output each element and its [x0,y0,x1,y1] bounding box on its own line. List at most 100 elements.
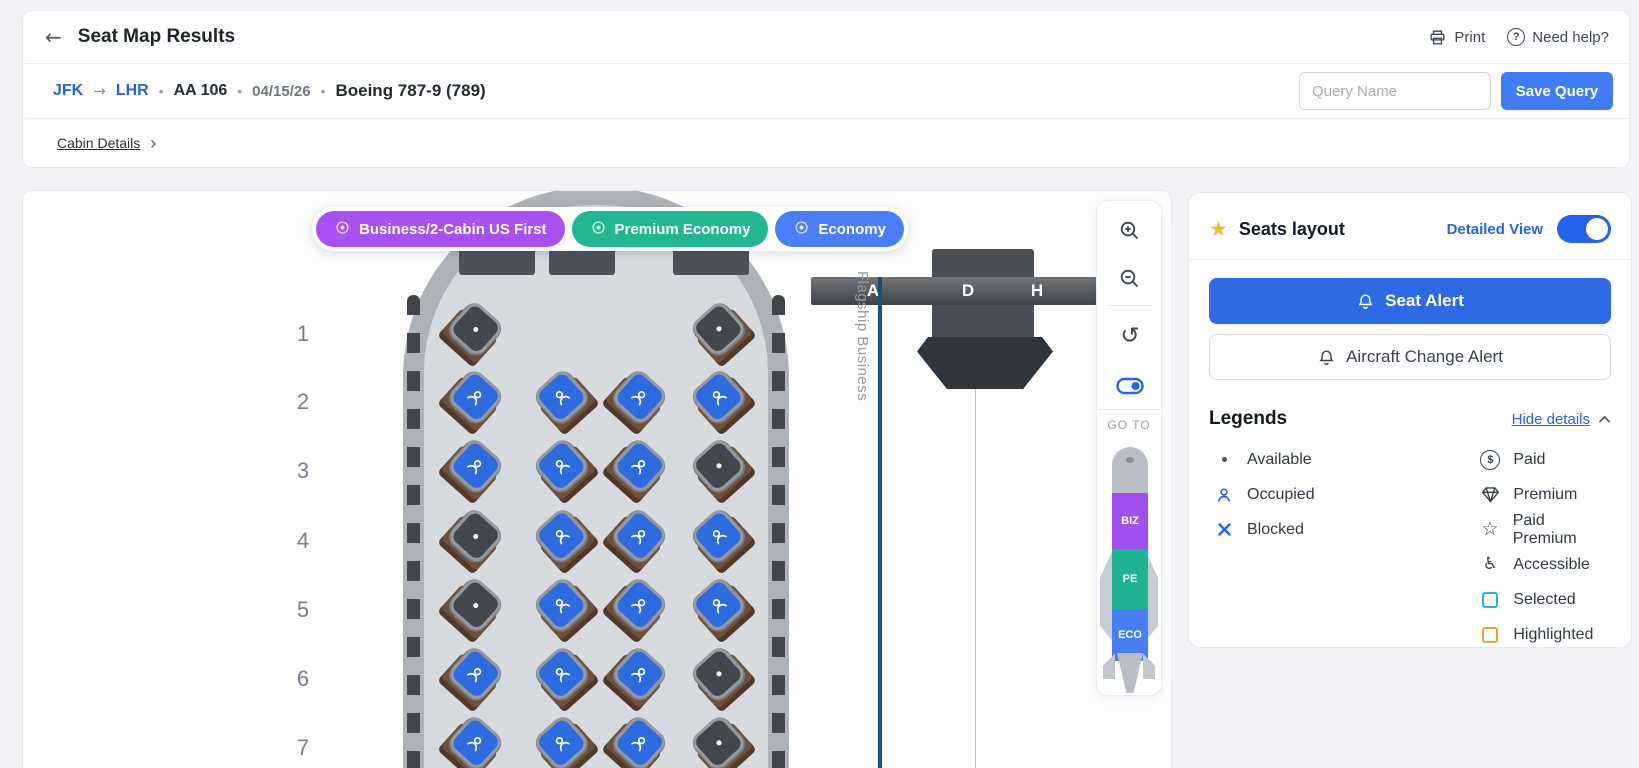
seat-7D-occupied[interactable] [536,718,596,768]
seat-1A-available[interactable] [441,304,501,364]
goto-section: GO TO [1097,409,1161,432]
seat-2D-occupied[interactable] [536,372,596,432]
row-number-6: 6 [283,666,323,692]
panel-title: Seats layout [1239,219,1345,240]
eye-icon [793,219,810,240]
row-number-2: 2 [283,389,323,415]
legend-item-available: Available [1209,442,1475,477]
legend-item-paid: $ Paid [1475,442,1611,477]
bell-icon [1317,348,1336,367]
seat-4H-occupied[interactable] [605,511,665,571]
toggle-icon [1116,377,1144,395]
legend-item-selected: Selected [1475,582,1611,617]
legend-item-paid-premium: ☆Paid Premium [1475,512,1611,547]
chevron-right-icon[interactable]: › [150,134,156,152]
seat-6L-available[interactable] [693,649,753,709]
hide-details-label: Hide details [1512,411,1590,428]
dollar-icon: $ [1475,450,1505,470]
square-cyan-icon [1475,592,1505,608]
seat-3A-occupied[interactable] [441,441,501,501]
legend-label: Premium [1513,486,1577,504]
bell-icon [1356,292,1375,311]
save-query-button[interactable]: Save Query [1501,72,1613,110]
cabin-filter-bar: Business/2-Cabin US FirstPremium Economy… [312,207,908,251]
seat-6A-occupied[interactable] [441,649,501,709]
minimap-nose [1112,447,1148,493]
route-arrow-icon: → [93,82,106,100]
overhead-monument [459,247,535,275]
row-number-3: 3 [283,458,323,484]
minimap-nose-dot [1126,457,1134,463]
legend-label: Available [1247,451,1312,469]
row-number-7: 7 [283,735,323,761]
aircraft-minimap: BIZPEECO [1097,441,1161,697]
seat-4L-occupied[interactable] [693,511,753,571]
seat-2L-occupied[interactable] [693,372,753,432]
wheelchair-icon: ♿ [1475,556,1505,573]
seat-6D-occupied[interactable] [536,649,596,709]
legend-item-accessible: ♿Accessible [1475,547,1611,582]
need-help-button[interactable]: ? Need help? [1507,28,1609,46]
cabin-pill-business-2-cabin-us-first[interactable]: Business/2-Cabin US First [316,211,565,247]
query-name-input[interactable] [1299,72,1491,110]
seat-7A-occupied[interactable] [441,718,501,768]
column-letter-D: D [953,281,983,301]
printer-icon [1428,28,1447,47]
cabin-pill-premium-economy[interactable]: Premium Economy [572,211,769,247]
help-label: Need help? [1532,29,1609,46]
print-label: Print [1454,29,1485,46]
star-icon: ★ [1209,217,1228,241]
seat-5A-available[interactable] [441,580,501,640]
seat-1L-available[interactable] [693,304,753,364]
seat-map-viewport: ADHL 1234567 Flagship Business Business/… [22,190,1172,768]
minimap-segment-pe[interactable]: PE [1112,549,1148,609]
back-arrow-icon[interactable]: ← [45,25,62,49]
aircraft-change-alert-button[interactable]: Aircraft Change Alert [1209,334,1611,380]
flight-info-row: JFK → LHR • AA 106 • 04/15/26 • Boeing 7… [23,64,1629,119]
print-button[interactable]: Print [1428,28,1485,47]
eye-icon [590,219,607,240]
zoom-out-button[interactable] [1110,259,1150,299]
seat-5L-occupied[interactable] [693,580,753,640]
seat-7L-available[interactable] [693,718,753,768]
flight-date: 04/15/26 [252,83,310,100]
seat-3L-available[interactable] [693,441,753,501]
seat-3D-occupied[interactable] [536,441,596,501]
rotate-icon: ↺ [1120,325,1139,348]
seat-4A-available[interactable] [441,511,501,571]
panel-divider [1189,259,1631,260]
cabin-pill-economy[interactable]: Economy [775,211,904,247]
seat-2A-occupied[interactable] [441,372,501,432]
toggle-knob [1586,218,1608,240]
legend-label: Highlighted [1513,626,1593,644]
legend-label: Paid [1513,451,1545,469]
cabin-details-link[interactable]: Cabin Details [57,135,140,151]
seat-7H-occupied[interactable] [605,718,665,768]
right-wall-doors [772,295,785,768]
column-letter-H: H [1022,281,1052,301]
seat-alert-label: Seat Alert [1385,291,1464,311]
seat-6H-occupied[interactable] [605,649,665,709]
detail-toggle-button[interactable] [1110,366,1150,406]
seat-2H-occupied[interactable] [605,372,665,432]
page-title: Seat Map Results [78,26,235,48]
x-icon [1209,522,1239,537]
square-orange-icon [1475,627,1505,643]
zoom-out-icon [1118,267,1142,291]
legends-title: Legends [1209,408,1287,430]
minimap-segment-biz[interactable]: BIZ [1112,493,1148,549]
detailed-view-toggle[interactable] [1557,215,1611,243]
seat-3H-occupied[interactable] [605,441,665,501]
seat-4D-occupied[interactable] [536,511,596,571]
hide-details-link[interactable]: Hide details [1512,411,1611,428]
legend-item-highlighted: Highlighted [1475,617,1611,652]
cabin-pill-label: Economy [818,221,886,238]
zoom-in-button[interactable] [1110,211,1150,251]
seat-alert-button[interactable]: Seat Alert [1209,278,1611,324]
reset-rotation-button[interactable]: ↺ [1110,316,1150,356]
legend-item-blocked: Blocked [1209,512,1475,547]
seat-5H-occupied[interactable] [605,580,665,640]
header-card: ← Seat Map Results Print ? Need help? JF… [22,10,1630,168]
person-icon [1209,485,1239,505]
seat-5D-occupied[interactable] [536,580,596,640]
